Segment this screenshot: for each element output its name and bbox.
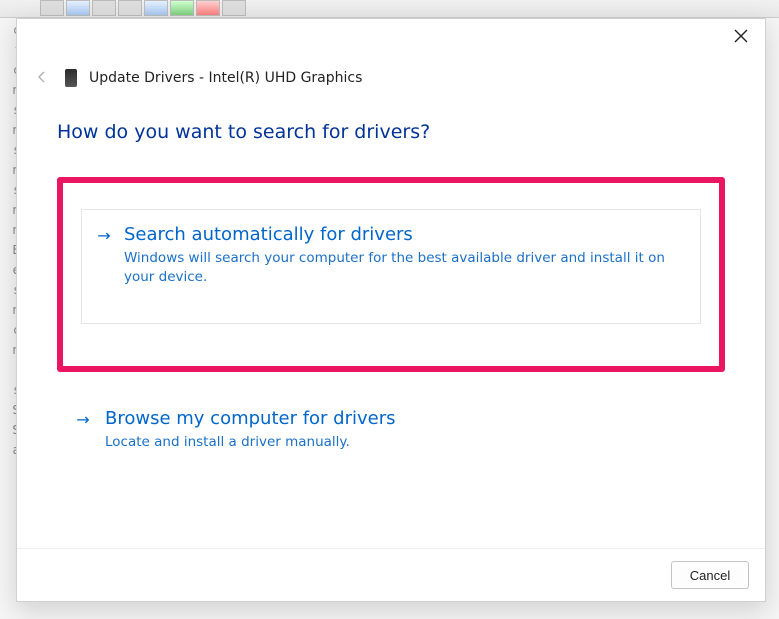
option-title: Search automatically for drivers bbox=[124, 224, 682, 245]
arrow-right-icon: → bbox=[75, 408, 91, 432]
cancel-button[interactable]: Cancel bbox=[671, 561, 749, 589]
dialog-title: Update Drivers - Intel(R) UHD Graphics bbox=[89, 70, 362, 86]
dialog-footer: Cancel bbox=[17, 548, 765, 601]
dialog-header: Update Drivers - Intel(R) UHD Graphics bbox=[17, 19, 765, 89]
background-toolbar bbox=[0, 0, 779, 18]
dialog-body: How do you want to search for drivers? →… bbox=[17, 89, 765, 548]
close-button[interactable] bbox=[727, 25, 755, 49]
close-icon bbox=[734, 28, 748, 47]
wizard-question: How do you want to search for drivers? bbox=[57, 121, 725, 143]
option-browse-computer[interactable]: → Browse my computer for drivers Locate … bbox=[57, 394, 725, 470]
option-description: Locate and install a driver manually. bbox=[105, 433, 707, 452]
option-description: Windows will search your computer for th… bbox=[124, 249, 682, 287]
driver-icon bbox=[65, 69, 77, 87]
arrow-right-icon: → bbox=[96, 224, 112, 248]
update-drivers-dialog: Update Drivers - Intel(R) UHD Graphics H… bbox=[16, 18, 766, 602]
option-title: Browse my computer for drivers bbox=[105, 408, 707, 429]
option-search-automatically[interactable]: → Search automatically for drivers Windo… bbox=[57, 177, 725, 372]
back-arrow-icon bbox=[35, 69, 49, 88]
back-button[interactable] bbox=[31, 67, 53, 89]
